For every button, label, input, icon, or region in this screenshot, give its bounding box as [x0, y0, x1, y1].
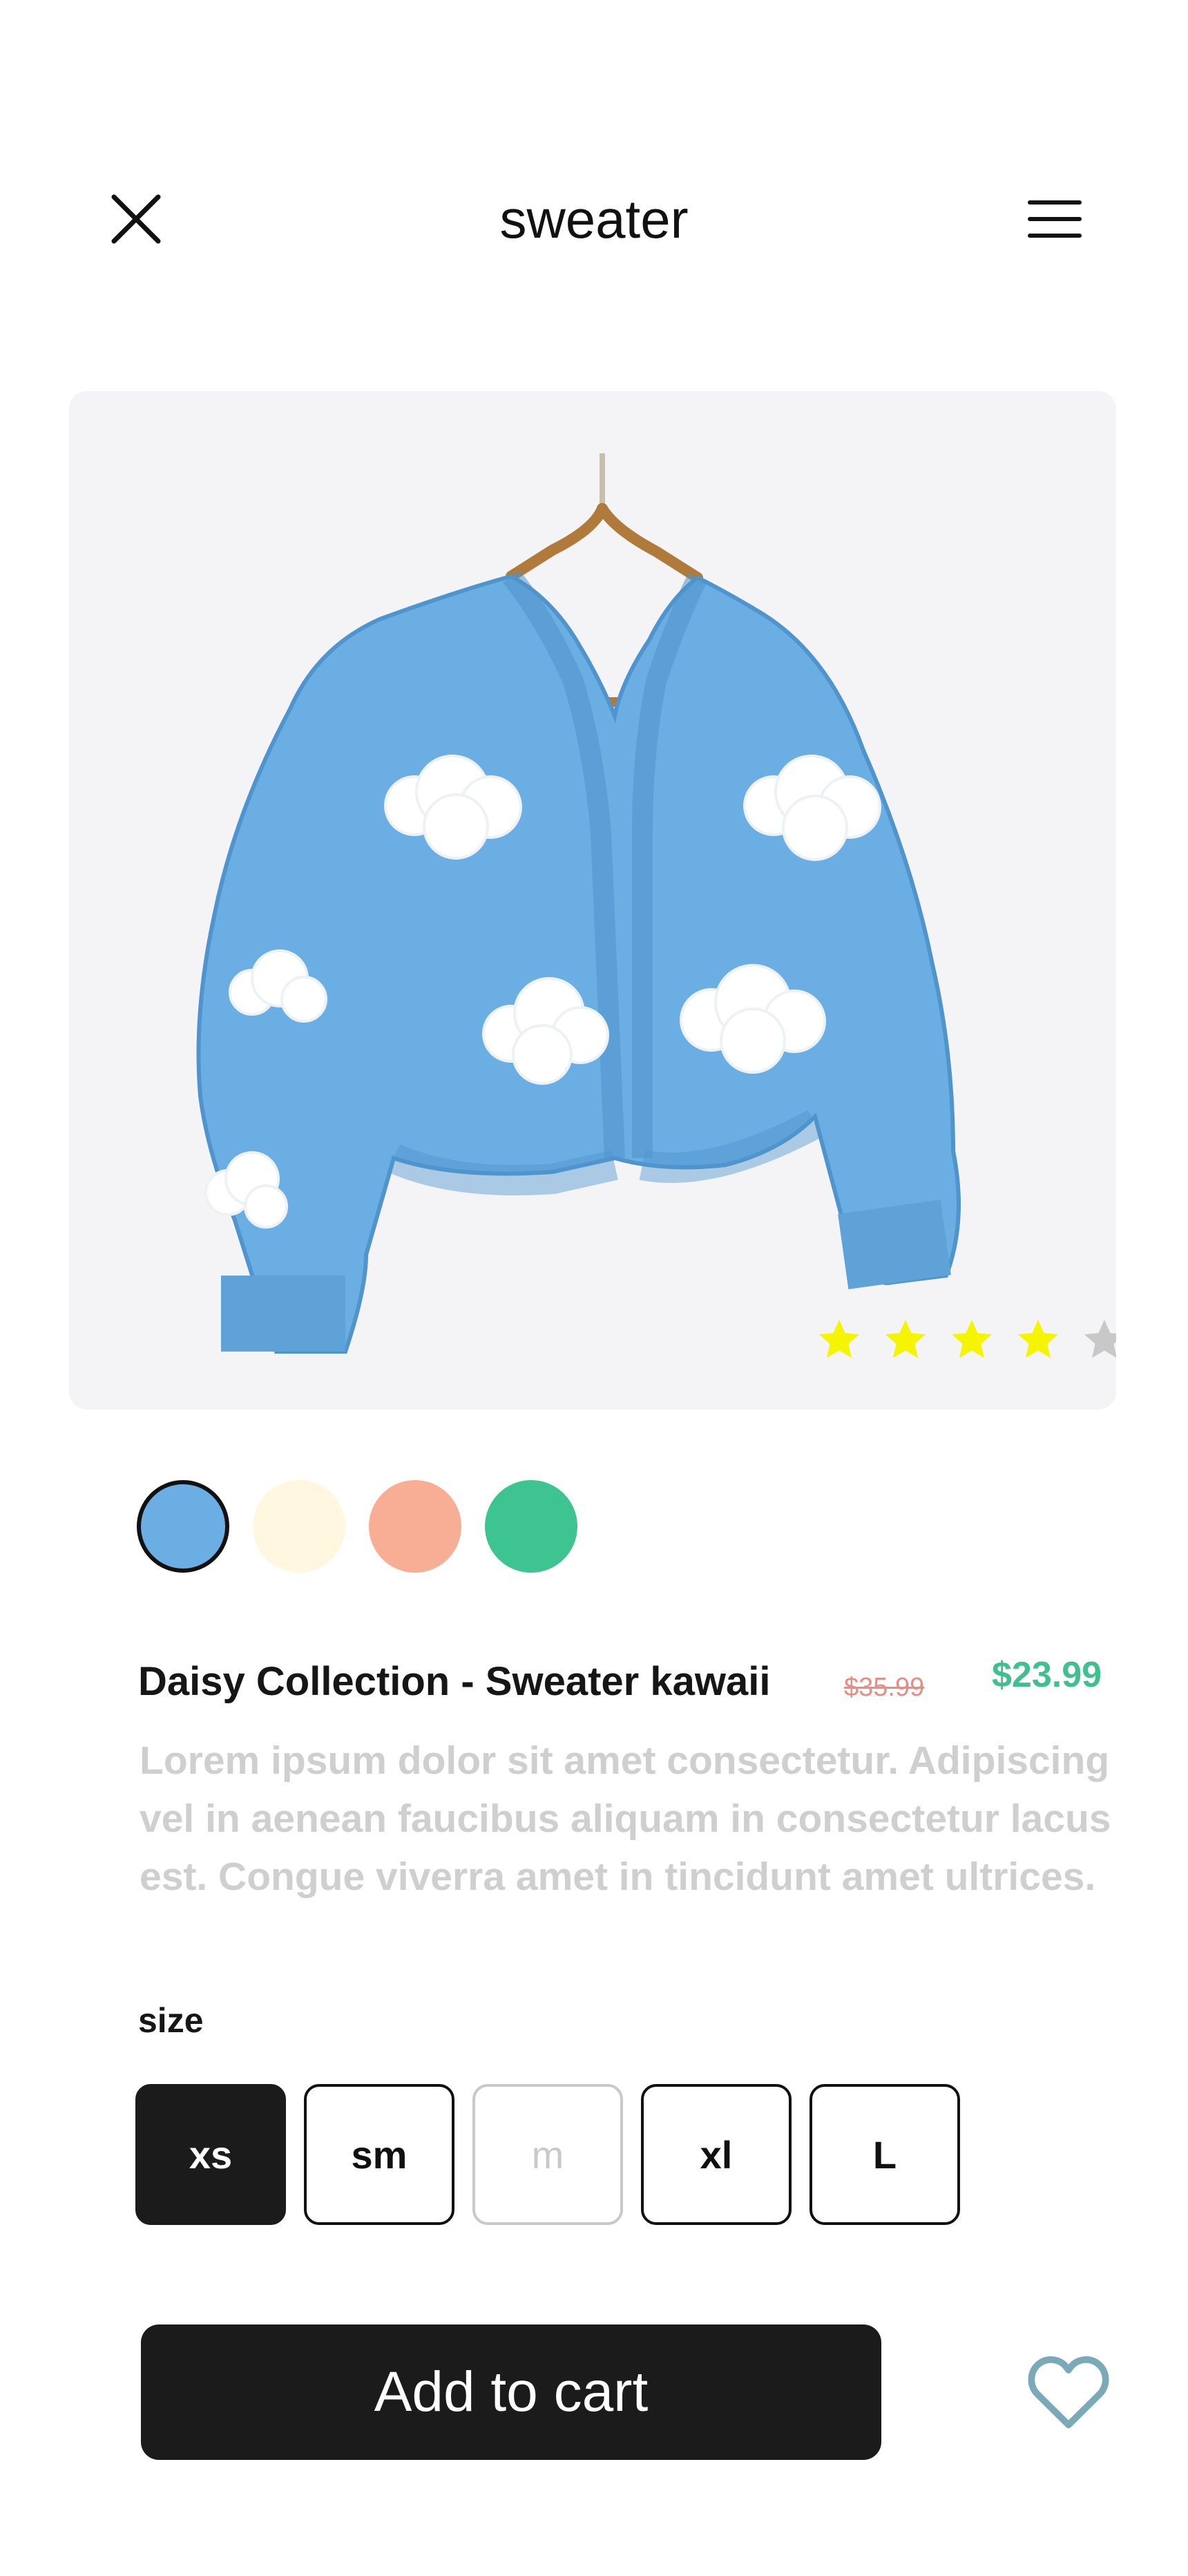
star-icon [1084, 1319, 1116, 1358]
color-swatch-green[interactable] [485, 1480, 577, 1573]
star-icon [951, 1319, 993, 1358]
color-swatch-peach[interactable] [369, 1480, 461, 1573]
size-label: size [138, 2001, 204, 2040]
star-icon [818, 1319, 860, 1358]
page-title: sweater [499, 189, 689, 249]
size-option-xl[interactable]: xl [641, 2084, 792, 2225]
product-name: Daisy Collection - Sweater kawaii [138, 1659, 771, 1704]
color-options [137, 1480, 577, 1573]
product-card [69, 391, 1116, 1410]
size-options: xs sm m xl L [135, 2084, 960, 2225]
rating-stars [815, 1302, 1116, 1378]
color-swatch-blue[interactable] [137, 1480, 229, 1573]
product-description: Lorem ipsum dolor sit amet consectetur. … [140, 1739, 1111, 1899]
size-option-l[interactable]: L [809, 2084, 960, 2225]
product-image [196, 453, 961, 1354]
hamburger-menu-icon [1028, 200, 1082, 238]
favorite-button[interactable] [1024, 2347, 1113, 2436]
add-to-cart-button[interactable]: Add to cart [141, 2324, 881, 2460]
star-icon [885, 1319, 926, 1358]
close-icon [111, 194, 161, 244]
star-icon [1017, 1319, 1059, 1358]
menu-button[interactable] [1022, 187, 1087, 252]
current-price: $23.99 [992, 1655, 1102, 1695]
color-swatch-cream[interactable] [253, 1480, 345, 1573]
heart-icon [1028, 2356, 1109, 2429]
old-price: $35.99 [844, 1673, 925, 1702]
size-option-sm[interactable]: sm [304, 2084, 454, 2225]
size-option-xs[interactable]: xs [135, 2084, 286, 2225]
size-option-m: m [472, 2084, 623, 2225]
close-button[interactable] [104, 187, 169, 252]
